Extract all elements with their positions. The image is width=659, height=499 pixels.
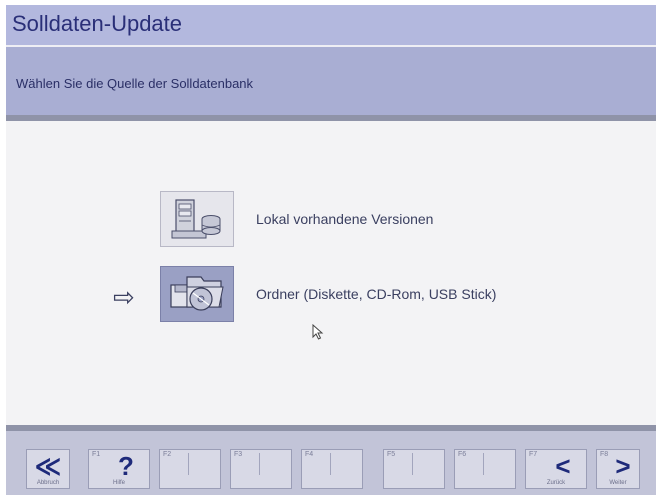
f6-key-label: F6 — [458, 451, 467, 458]
instruction-text: Wählen Sie die Quelle der Solldatenbank — [16, 76, 254, 91]
double-chevron-left-icon: ≪ — [34, 451, 62, 481]
local-server-icon — [160, 191, 234, 247]
f4-key-label: F4 — [305, 451, 314, 458]
chevron-right-icon: > — [615, 451, 631, 481]
abort-button[interactable]: ≪ Abbruch — [26, 449, 70, 489]
folder-media-icon — [160, 266, 234, 322]
help-question-icon: ? — [118, 451, 134, 481]
f5-button[interactable]: F5 — [383, 449, 445, 489]
f3-key-label: F3 — [234, 451, 243, 458]
f1-help-button[interactable]: F1 ? Hilfe — [88, 449, 150, 489]
option-folder-media-label: Ordner (Diskette, CD-Rom, USB Stick) — [256, 286, 497, 302]
f3-divider — [259, 453, 260, 475]
f3-button[interactable]: F3 — [230, 449, 292, 489]
option-local-versions[interactable]: Lokal vorhandene Versionen — [160, 191, 433, 247]
solldaten-update-window: Solldaten-Update Wählen Sie die Quelle d… — [6, 5, 656, 495]
chevron-left-icon: < — [555, 451, 571, 481]
function-key-bar: ≪ Abbruch F1 ? Hilfe F2 F3 F4 F5 F6 F7 <… — [6, 425, 656, 495]
mouse-cursor-icon — [312, 323, 324, 343]
f7-key-label: F7 — [529, 451, 538, 458]
abort-caption: Abbruch — [36, 480, 60, 486]
source-selection-panel: Lokal vorhandene Versionen ⇨ Ordner (Dis… — [6, 121, 656, 425]
selection-arrow-icon: ⇨ — [113, 282, 135, 312]
instruction-bar: Wählen Sie die Quelle der Solldatenbank — [6, 47, 656, 121]
back-caption: Zurück — [546, 480, 566, 486]
next-caption: Weiter — [609, 480, 627, 486]
f5-divider — [412, 453, 413, 475]
help-caption: Hilfe — [112, 480, 125, 486]
f2-button[interactable]: F2 — [159, 449, 221, 489]
option-folder-media[interactable]: Ordner (Diskette, CD-Rom, USB Stick) — [160, 266, 496, 322]
option-local-versions-label: Lokal vorhandene Versionen — [256, 211, 434, 227]
f1-key-label: F1 — [92, 451, 101, 458]
f7-back-button[interactable]: F7 < Zurück — [525, 449, 587, 489]
f4-button[interactable]: F4 — [301, 449, 363, 489]
window-title: Solldaten-Update — [6, 5, 656, 47]
f4-divider — [330, 453, 331, 475]
f2-divider — [188, 453, 189, 475]
f8-next-button[interactable]: F8 > Weiter — [596, 449, 640, 489]
f6-divider — [483, 453, 484, 475]
f5-key-label: F5 — [387, 451, 396, 458]
f6-button[interactable]: F6 — [454, 449, 516, 489]
f2-key-label: F2 — [163, 451, 172, 458]
